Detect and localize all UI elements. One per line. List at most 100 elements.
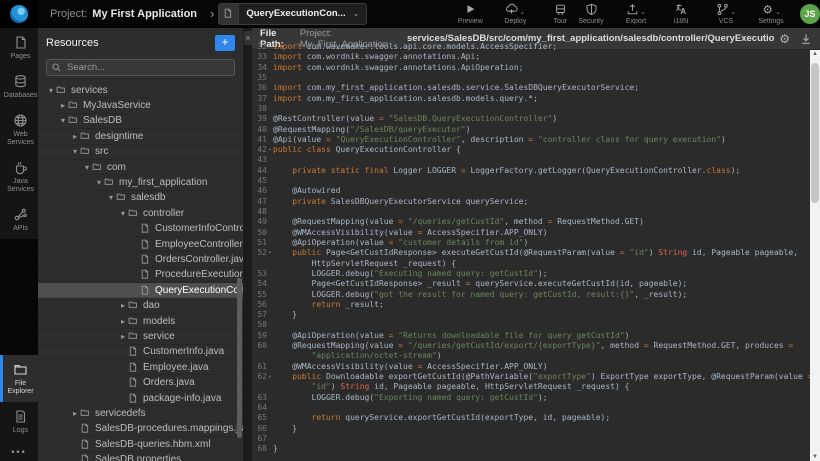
web-services-icon (13, 113, 28, 128)
code-text: public Page<GetCustIdResponse> executeGe… (273, 248, 798, 258)
caret-right-icon[interactable]: ▸ (70, 409, 80, 418)
code-text (273, 320, 278, 330)
rail-item-web-services[interactable]: Web Services (0, 106, 38, 153)
security-button[interactable]: Security (576, 3, 606, 25)
chevron-down-icon[interactable]: ⌄ (775, 8, 781, 16)
tree-item-orders.java[interactable]: Orders.java (38, 375, 243, 390)
rail-item-java-services[interactable]: Java Services (0, 153, 38, 200)
line-number: 37 (252, 94, 267, 104)
preview-button[interactable]: Preview (455, 3, 485, 25)
shield-icon (585, 3, 598, 16)
tree-item-salesdb[interactable]: ▾SalesDB (38, 114, 243, 129)
more-options-button[interactable]: ••• (0, 441, 38, 461)
rail-item-apis[interactable]: APIs (0, 200, 38, 239)
app-logo[interactable] (0, 0, 38, 28)
line-number: 68 (252, 444, 267, 454)
code-text: import com.wordnik.swagger.annotations.A… (273, 52, 480, 62)
code-text: LOGGER.debug("got the result for named q… (273, 290, 687, 300)
tree-item-package-info.java[interactable]: package-info.java (38, 391, 243, 406)
i18n-button[interactable]: Ai18N (666, 3, 696, 25)
open-file-tab[interactable]: QueryExecutionCon... ⌄ (218, 3, 367, 25)
caret-right-icon[interactable]: ▸ (70, 132, 80, 141)
tree-item-service[interactable]: ▸service (38, 329, 243, 344)
caret-down-icon[interactable]: ▾ (94, 178, 104, 187)
chevron-down-icon[interactable]: ⌄ (640, 8, 646, 16)
rail-item-pages[interactable]: Pages (0, 28, 38, 67)
collapse-panel-button[interactable]: « (244, 31, 252, 45)
tree-item-models[interactable]: ▸models (38, 314, 243, 329)
settings-button[interactable]: ⚙⌄Settings (756, 3, 786, 25)
caret-right-icon[interactable]: ▸ (118, 332, 128, 341)
chevron-down-icon[interactable]: ⌄ (730, 8, 736, 16)
rail-item-logs[interactable]: Logs (0, 402, 38, 441)
tree-item-customerinfo.java[interactable]: CustomerInfo.java (38, 345, 243, 360)
caret-down-icon[interactable]: ▾ (106, 193, 116, 202)
editor-scrollbar[interactable]: ▲ ▼ (810, 50, 820, 461)
tree-item-myjavaservice[interactable]: ▸MyJavaService (38, 98, 243, 113)
code-text: @RequestMapping("/SalesDB/queryExecutor"… (273, 125, 470, 135)
vcs-button[interactable]: ⌄VCS (711, 3, 741, 25)
code-text (273, 403, 278, 413)
tree-item-salesdb.properties[interactable]: SalesDB.properties (38, 452, 243, 461)
code-line: 34import com.wordnik.swagger.annotations… (252, 63, 810, 73)
code-area[interactable]: 32import com.wavemaker.tools.api.core.mo… (252, 42, 810, 461)
caret-down-icon[interactable]: ▾ (118, 209, 128, 218)
caret-down-icon[interactable]: ▾ (58, 116, 68, 125)
add-resource-button[interactable]: + (215, 35, 235, 51)
code-line: 36import com.my_first_application.salesd… (252, 83, 810, 93)
tree-item-salesdb[interactable]: ▾ salesdb (38, 191, 243, 206)
scroll-up-icon[interactable]: ▲ (810, 51, 820, 57)
tree-item-com[interactable]: ▾com (38, 160, 243, 175)
code-line: 58 (252, 320, 810, 330)
tree-item-my-first-application[interactable]: ▾my_first_application (38, 175, 243, 190)
tree-item-designtime[interactable]: ▸designtime (38, 129, 243, 144)
tree-item-src[interactable]: ▾src (38, 145, 243, 160)
caret-right-icon[interactable]: ▸ (118, 301, 128, 310)
search-input[interactable] (65, 61, 229, 74)
line-number: 56 (252, 300, 267, 310)
code-line: 61 @WMAccessVisibility(value = AccessSpe… (252, 362, 810, 372)
rail-item-label: Web Services (3, 131, 38, 147)
tree-item-label: CustomerInfoController.java (155, 223, 243, 234)
line-number (252, 351, 267, 361)
tree-item-label: salesdb (131, 192, 165, 203)
scrollbar-thumb[interactable] (811, 63, 819, 203)
resource-search[interactable] (46, 59, 235, 76)
export-button[interactable]: ⌄ Export (621, 3, 651, 25)
tree-item-servicedefs[interactable]: ▸servicedefs (38, 406, 243, 421)
tree-item-procedureexecutioncontroller.java[interactable]: ProcedureExecutionController.java (38, 268, 243, 283)
tree-item-salesdb-queries.hbm.xml[interactable]: SalesDB-queries.hbm.xml (38, 437, 243, 452)
rail-item-databases[interactable]: Databases (0, 67, 38, 106)
tree-item-services[interactable]: ▾services (38, 83, 243, 98)
user-avatar[interactable]: JS (800, 4, 820, 24)
tour-button[interactable]: Tour (545, 3, 575, 25)
tree-item-dao[interactable]: ▸dao (38, 298, 243, 313)
folder-icon (80, 146, 94, 157)
tree-scrollbar[interactable] (237, 278, 242, 438)
code-line: 43 (252, 155, 810, 165)
file-icon (80, 439, 94, 450)
code-text: @Api(value = "QueryExecutionController",… (273, 135, 726, 145)
caret-down-icon[interactable]: ▾ (70, 147, 80, 156)
svg-text:A: A (680, 6, 686, 15)
caret-down-icon[interactable]: ▾ (82, 163, 92, 172)
tree-item-orderscontroller.java[interactable]: OrdersController.java (38, 252, 243, 267)
tree-item-employee.java[interactable]: Employee.java (38, 360, 243, 375)
caret-down-icon[interactable]: ▾ (46, 86, 56, 95)
tree-item-queryexecutioncontroller.java[interactable]: QueryExecutionController.java (38, 283, 243, 298)
chevron-down-icon[interactable]: ⌄ (353, 9, 367, 18)
rail-item-file-explorer[interactable]: File Explorer (0, 355, 38, 402)
caret-right-icon[interactable]: ▸ (58, 101, 68, 110)
tree-item-salesdb-procedures.mappings.json[interactable]: SalesDB-procedures.mappings.json (38, 422, 243, 437)
project-name[interactable]: My First Application (92, 8, 197, 20)
action-label: Export (626, 18, 646, 25)
code-line: 63 LOGGER.debug("Exporting named query: … (252, 393, 810, 403)
caret-right-icon[interactable]: ▸ (118, 317, 128, 326)
tree-item-employeecontroller.java[interactable]: EmployeeController.java (38, 237, 243, 252)
tree-item-controller[interactable]: ▾controller (38, 206, 243, 221)
line-number: 46 (252, 186, 267, 196)
tree-item-customerinfocontroller.java[interactable]: CustomerInfoController.java (38, 222, 243, 237)
chevron-down-icon[interactable]: ⌄ (519, 8, 525, 16)
deploy-button[interactable]: ⌄Deploy (500, 3, 530, 25)
scroll-down-icon[interactable]: ▼ (810, 454, 820, 460)
